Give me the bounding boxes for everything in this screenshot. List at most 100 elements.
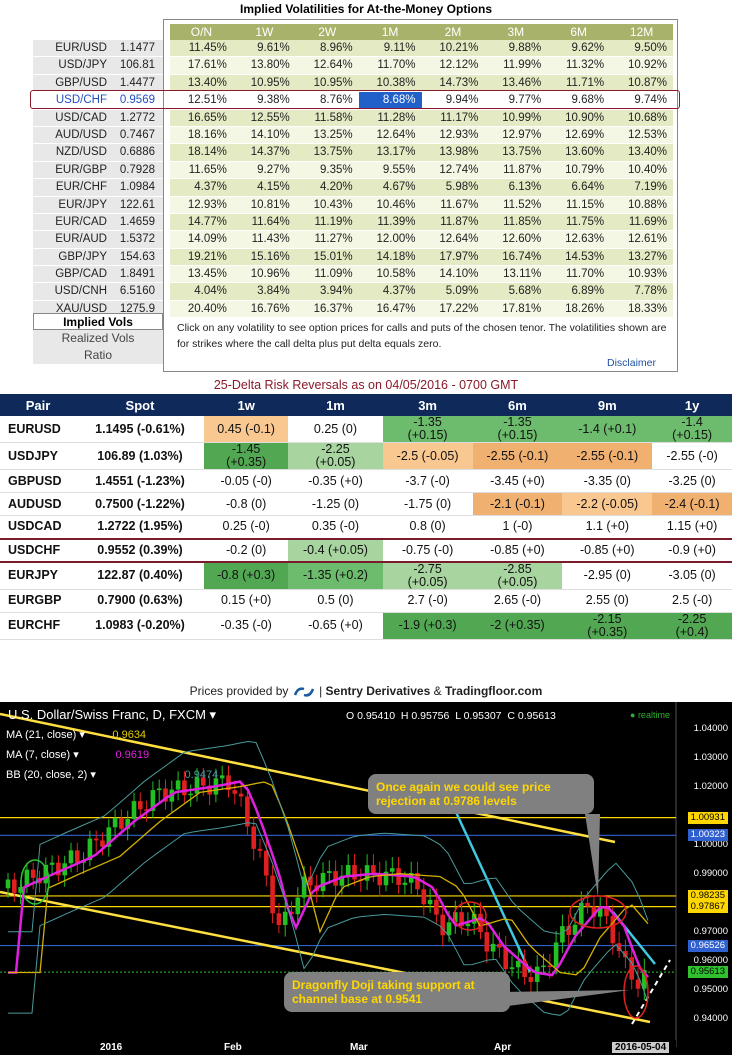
iv-cell[interactable]: 13.98%: [422, 144, 485, 160]
iv-cell[interactable]: 17.22%: [422, 301, 485, 317]
iv-cell[interactable]: 11.99%: [484, 57, 547, 73]
iv-cell[interactable]: 16.37%: [296, 301, 359, 317]
iv-cell[interactable]: 18.26%: [547, 301, 610, 317]
iv-pair-row[interactable]: GBP/CAD 1.8491: [33, 266, 163, 284]
iv-cell[interactable]: 11.32%: [547, 57, 610, 73]
iv-cell[interactable]: 9.55%: [359, 162, 422, 178]
iv-cell[interactable]: 13.46%: [484, 75, 547, 91]
iv-cell[interactable]: 10.92%: [610, 57, 673, 73]
iv-cell[interactable]: 13.75%: [296, 144, 359, 160]
iv-cell[interactable]: 4.37%: [359, 283, 422, 299]
iv-cell[interactable]: 3.94%: [296, 283, 359, 299]
iv-pair-row[interactable]: GBP/JPY 154.63: [33, 248, 163, 267]
iv-cell[interactable]: 13.60%: [547, 144, 610, 160]
iv-cell[interactable]: 12.64%: [359, 127, 422, 143]
iv-cell[interactable]: 12.61%: [610, 231, 673, 247]
iv-cell[interactable]: 14.73%: [422, 75, 485, 91]
iv-cell[interactable]: 14.37%: [233, 144, 296, 160]
iv-cell[interactable]: 13.75%: [484, 144, 547, 160]
iv-cell[interactable]: 11.71%: [547, 75, 610, 91]
iv-cell[interactable]: 12.60%: [484, 231, 547, 247]
iv-pair-row[interactable]: AUD/USD 0.7467: [33, 126, 163, 145]
iv-cell[interactable]: 10.99%: [484, 110, 547, 126]
iv-cell[interactable]: 10.68%: [610, 110, 673, 126]
iv-pair-row[interactable]: EUR/JPY 122.61: [33, 196, 163, 214]
iv-cell[interactable]: 8.96%: [296, 40, 359, 56]
iv-pair-row[interactable]: EUR/CAD 1.4659: [33, 213, 163, 232]
iv-pair-row[interactable]: EUR/USD 1.1477: [33, 40, 163, 58]
iv-cell[interactable]: 12.00%: [359, 231, 422, 247]
iv-cell[interactable]: 10.43%: [296, 197, 359, 213]
iv-cell[interactable]: 12.64%: [296, 57, 359, 73]
iv-cell[interactable]: 10.21%: [422, 40, 485, 56]
iv-cell[interactable]: 6.64%: [547, 179, 610, 195]
iv-cell[interactable]: 14.09%: [170, 231, 233, 247]
ma7-legend[interactable]: MA (7, close) ▾ 0.9619: [6, 748, 149, 761]
iv-cell[interactable]: 7.19%: [610, 179, 673, 195]
iv-cell[interactable]: 10.87%: [610, 75, 673, 91]
iv-cell[interactable]: 11.58%: [296, 110, 359, 126]
iv-cell[interactable]: 11.65%: [170, 162, 233, 178]
iv-cell[interactable]: 20.40%: [170, 301, 233, 317]
iv-cell[interactable]: 3.84%: [233, 283, 296, 299]
iv-cell[interactable]: 18.16%: [170, 127, 233, 143]
iv-cell[interactable]: 13.17%: [359, 144, 422, 160]
iv-cell[interactable]: 9.50%: [610, 40, 673, 56]
iv-cell[interactable]: 15.16%: [233, 249, 296, 265]
iv-cell[interactable]: 9.61%: [233, 40, 296, 56]
iv-pair-row[interactable]: EUR/GBP 0.7928: [33, 161, 163, 180]
iv-cell[interactable]: 17.97%: [422, 249, 485, 265]
iv-cell[interactable]: 11.15%: [547, 197, 610, 213]
iv-cell[interactable]: 13.80%: [233, 57, 296, 73]
disclaimer-link[interactable]: Disclaimer: [607, 357, 656, 369]
iv-cell[interactable]: 12.97%: [484, 127, 547, 143]
iv-cell[interactable]: 17.81%: [484, 301, 547, 317]
iv-cell[interactable]: 13.11%: [484, 266, 547, 282]
iv-cell[interactable]: 4.04%: [170, 283, 233, 299]
tab-realized-vols[interactable]: Realized Vols: [33, 330, 163, 347]
iv-pair-row[interactable]: EUR/CHF 1.0984: [33, 179, 163, 197]
iv-cell[interactable]: 10.38%: [359, 75, 422, 91]
iv-cell[interactable]: 13.45%: [170, 266, 233, 282]
iv-cell[interactable]: 10.90%: [547, 110, 610, 126]
iv-cell[interactable]: 10.96%: [233, 266, 296, 282]
iv-cell[interactable]: 14.18%: [359, 249, 422, 265]
iv-cell[interactable]: 13.40%: [610, 144, 673, 160]
iv-cell[interactable]: 17.61%: [170, 57, 233, 73]
iv-pair-row[interactable]: NZD/USD 0.6886: [33, 144, 163, 162]
iv-cell[interactable]: 11.27%: [296, 231, 359, 247]
iv-cell[interactable]: 11.17%: [422, 110, 485, 126]
iv-cell[interactable]: 14.10%: [233, 127, 296, 143]
price-chart[interactable]: U.S. Dollar/Swiss Franc, D, FXCM ▾ O 0.9…: [0, 702, 732, 1055]
iv-cell[interactable]: 9.11%: [359, 40, 422, 56]
iv-cell[interactable]: 5.98%: [422, 179, 485, 195]
iv-cell[interactable]: 13.40%: [170, 75, 233, 91]
iv-cell[interactable]: 16.65%: [170, 110, 233, 126]
iv-cell[interactable]: 4.15%: [233, 179, 296, 195]
iv-cell[interactable]: 11.39%: [359, 214, 422, 230]
iv-cell[interactable]: 10.40%: [610, 162, 673, 178]
iv-cell[interactable]: 11.87%: [422, 214, 485, 230]
iv-cell[interactable]: 12.74%: [422, 162, 485, 178]
iv-cell[interactable]: 10.58%: [359, 266, 422, 282]
iv-cell[interactable]: 12.53%: [610, 127, 673, 143]
iv-cell[interactable]: 9.88%: [484, 40, 547, 56]
iv-cell[interactable]: 18.33%: [610, 301, 673, 317]
iv-cell[interactable]: 10.79%: [547, 162, 610, 178]
iv-cell[interactable]: 11.70%: [547, 266, 610, 282]
iv-cell[interactable]: 10.95%: [296, 75, 359, 91]
iv-pair-row[interactable]: USD/JPY 106.81: [33, 57, 163, 75]
iv-cell[interactable]: 14.10%: [422, 266, 485, 282]
iv-cell[interactable]: 11.28%: [359, 110, 422, 126]
iv-cell[interactable]: 11.87%: [484, 162, 547, 178]
iv-cell[interactable]: 14.77%: [170, 214, 233, 230]
iv-cell[interactable]: 5.09%: [422, 283, 485, 299]
iv-cell[interactable]: 9.62%: [547, 40, 610, 56]
iv-cell[interactable]: 16.47%: [359, 301, 422, 317]
iv-cell[interactable]: 12.93%: [422, 127, 485, 143]
iv-cell[interactable]: 4.20%: [296, 179, 359, 195]
iv-cell[interactable]: 10.93%: [610, 266, 673, 282]
iv-cell[interactable]: 10.88%: [610, 197, 673, 213]
iv-cell[interactable]: 19.21%: [170, 249, 233, 265]
iv-pair-row[interactable]: USD/CAD 1.2772: [33, 109, 163, 127]
